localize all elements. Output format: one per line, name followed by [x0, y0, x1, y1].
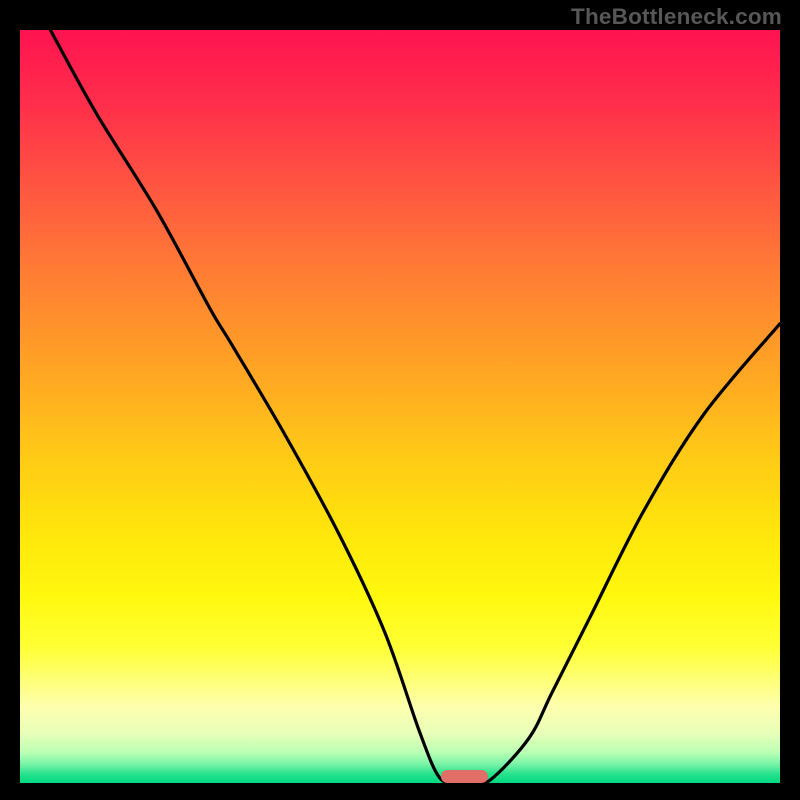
chart-frame: TheBottleneck.com: [0, 0, 800, 800]
bottleneck-curve: [20, 30, 780, 783]
minimum-marker: [441, 770, 488, 783]
watermark-label: TheBottleneck.com: [571, 4, 782, 30]
plot-area: [20, 30, 780, 783]
